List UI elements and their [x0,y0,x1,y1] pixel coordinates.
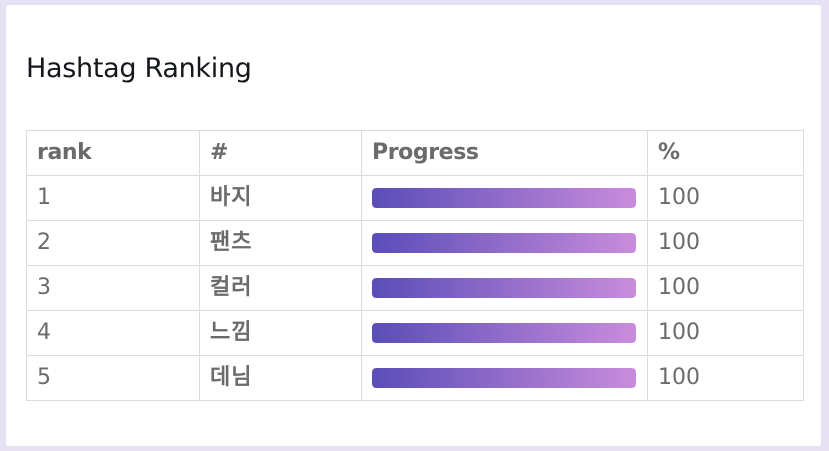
percent-cell: 100 [647,220,804,266]
percent-cell: 100 [647,265,804,311]
hashtag-cell: 컬러 [199,265,362,311]
progress-bar-fill [372,233,636,253]
progress-bar [372,278,636,298]
table-row: 3 컬러 100 [26,265,804,311]
progress-bar-fill [372,188,636,208]
progress-bar-fill [372,368,636,388]
percent-cell: 100 [647,355,804,401]
progress-cell [361,310,648,356]
hashtag-cell: 느낌 [199,310,362,356]
rank-cell: 5 [26,355,200,401]
table-header-row: rank # Progress % [26,130,804,176]
rank-cell: 2 [26,220,200,266]
progress-bar [372,188,636,208]
progress-cell [361,175,648,221]
progress-cell [361,265,648,311]
percent-cell: 100 [647,310,804,356]
progress-cell [361,355,648,401]
progress-bar-fill [372,323,636,343]
rank-cell: 4 [26,310,200,356]
page-title: Hashtag Ranking [26,53,252,84]
header-rank: rank [26,130,200,176]
progress-cell [361,220,648,266]
ranking-card: Hashtag Ranking rank # Progress % 1 바지 1… [6,5,821,446]
progress-bar [372,233,636,253]
header-percent: % [647,130,804,176]
progress-bar [372,368,636,388]
hashtag-cell: 팬츠 [199,220,362,266]
table-row: 1 바지 100 [26,175,804,221]
table-row: 2 팬츠 100 [26,220,804,266]
percent-cell: 100 [647,175,804,221]
table-row: 4 느낌 100 [26,310,804,356]
hashtag-ranking-table: rank # Progress % 1 바지 100 2 팬츠 100 3 컬러… [26,130,804,401]
progress-bar [372,323,636,343]
progress-bar-fill [372,278,636,298]
table-row: 5 데님 100 [26,355,804,401]
header-hashtag: # [199,130,362,176]
rank-cell: 1 [26,175,200,221]
hashtag-cell: 데님 [199,355,362,401]
hashtag-cell: 바지 [199,175,362,221]
header-progress: Progress [361,130,648,176]
rank-cell: 3 [26,265,200,311]
